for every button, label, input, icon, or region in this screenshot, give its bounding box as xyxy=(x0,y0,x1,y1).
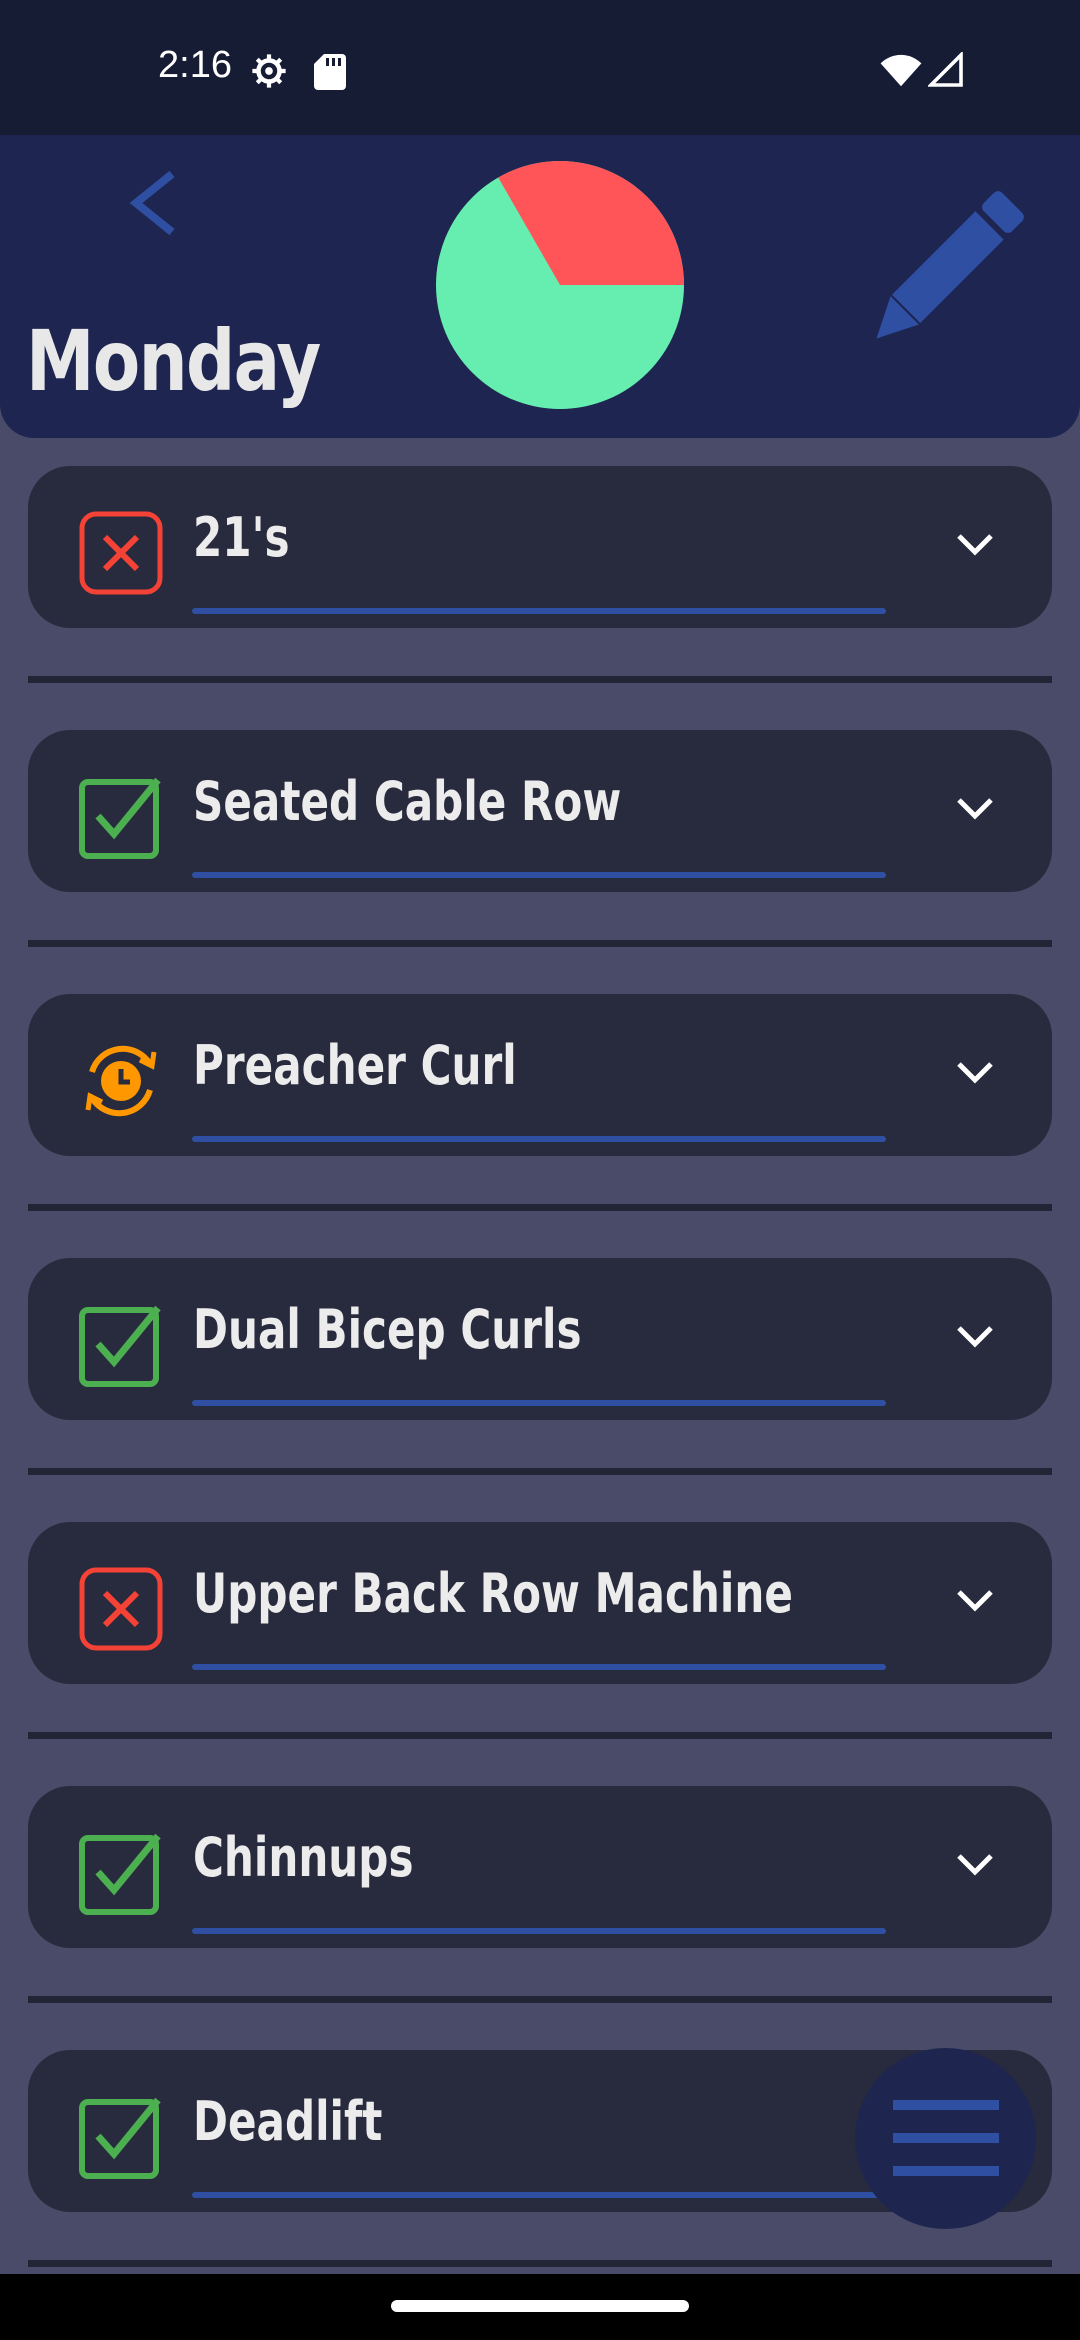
chevron-down-icon[interactable] xyxy=(954,1850,996,1880)
exercise-underline xyxy=(192,1400,886,1406)
chevron-down-icon[interactable] xyxy=(954,794,996,824)
exercise-card[interactable]: Dual Bicep Curls xyxy=(28,1258,1052,1420)
menu-fab-button[interactable] xyxy=(855,2048,1036,2229)
exercise-underline xyxy=(192,2192,886,2198)
exercise-card[interactable]: 21's xyxy=(28,466,1052,628)
wifi-icon xyxy=(880,54,922,87)
cellular-signal-icon xyxy=(928,52,963,87)
chevron-down-icon[interactable] xyxy=(954,1058,996,1088)
check-box-icon[interactable] xyxy=(78,1830,164,1916)
exercise-card[interactable]: Seated Cable Row xyxy=(28,730,1052,892)
exercise-name: Deadlift xyxy=(193,2090,383,2153)
chevron-down-icon[interactable] xyxy=(954,1586,996,1616)
exercise-name: Chinnups xyxy=(193,1826,414,1889)
exercise-card[interactable]: Chinnups xyxy=(28,1786,1052,1948)
x-box-icon[interactable] xyxy=(78,510,164,596)
x-box-icon[interactable] xyxy=(78,1566,164,1652)
chevron-down-icon[interactable] xyxy=(954,1322,996,1352)
gear-icon xyxy=(252,54,286,88)
exercise-underline xyxy=(192,1664,886,1670)
check-box-icon[interactable] xyxy=(78,774,164,860)
progress-pie-chart xyxy=(436,161,684,409)
exercise-name: 21's xyxy=(193,506,290,569)
list-divider xyxy=(28,676,1052,683)
exercise-card[interactable]: Upper Back Row Machine xyxy=(28,1522,1052,1684)
exercise-underline xyxy=(192,872,886,878)
sd-card-icon xyxy=(314,54,346,90)
status-bar: 2:16 xyxy=(0,0,1080,135)
menu-icon xyxy=(893,2100,999,2176)
exercise-name: Preacher Curl xyxy=(193,1034,517,1097)
list-divider xyxy=(28,1468,1052,1475)
home-gesture-handle[interactable] xyxy=(391,2300,689,2312)
list-divider xyxy=(28,1204,1052,1211)
status-time: 2:16 xyxy=(158,44,232,86)
list-divider xyxy=(28,940,1052,947)
exercise-underline xyxy=(192,608,886,614)
check-box-icon[interactable] xyxy=(78,1302,164,1388)
exercise-name: Seated Cable Row xyxy=(193,770,622,833)
timer-refresh-icon[interactable] xyxy=(78,1038,164,1124)
exercise-card[interactable]: Preacher Curl xyxy=(28,994,1052,1156)
list-divider xyxy=(28,1996,1052,2003)
check-box-icon[interactable] xyxy=(78,2094,164,2180)
page-title: Monday xyxy=(26,312,321,410)
pencil-icon[interactable] xyxy=(860,185,1030,355)
exercise-underline xyxy=(192,1928,886,1934)
exercise-underline xyxy=(192,1136,886,1142)
exercise-name: Dual Bicep Curls xyxy=(193,1298,582,1361)
chevron-left-icon[interactable] xyxy=(128,170,178,236)
exercise-name: Upper Back Row Machine xyxy=(193,1562,793,1625)
chevron-down-icon[interactable] xyxy=(954,530,996,560)
list-divider xyxy=(28,2260,1052,2267)
list-divider xyxy=(28,1732,1052,1739)
